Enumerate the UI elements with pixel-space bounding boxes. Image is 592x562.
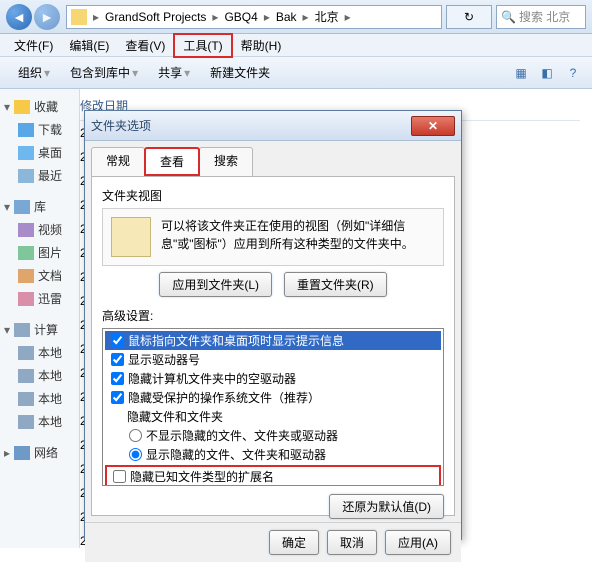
- checkbox[interactable]: [111, 391, 124, 404]
- toolbar: 组织▾ 包含到库中▾ 共享▾ 新建文件夹 ▦ ◧ ?: [0, 57, 592, 89]
- sidebar-network[interactable]: ▸网络: [4, 441, 75, 464]
- menu-bar: 文件(F) 编辑(E) 查看(V) 工具(T) 帮助(H): [0, 34, 592, 57]
- sidebar-downloads[interactable]: 下载: [4, 118, 75, 141]
- help-icon[interactable]: ?: [562, 62, 584, 84]
- tab-panel-view: 文件夹视图 可以将该文件夹正在使用的视图（例如"详细信息"或"图标"）应用到所有…: [91, 176, 455, 516]
- sidebar-favorites[interactable]: ▾收藏: [4, 95, 75, 118]
- checkbox[interactable]: [113, 470, 126, 483]
- checkbox[interactable]: [111, 334, 124, 347]
- adv-setting-item[interactable]: 隐藏文件和文件夹: [105, 407, 441, 426]
- folder-view-box: 可以将该文件夹正在使用的视图（例如"详细信息"或"图标"）应用到所有这种类型的文…: [102, 208, 444, 266]
- adv-setting-label: 隐藏文件和文件夹: [127, 408, 223, 425]
- preview-icon[interactable]: ◧: [536, 62, 558, 84]
- adv-setting-item[interactable]: 显示驱动器号: [105, 350, 441, 369]
- back-button[interactable]: ◄: [6, 4, 32, 30]
- sidebar-localdisk[interactable]: 本地: [4, 341, 75, 364]
- adv-setting-item[interactable]: 显示隐藏的文件、文件夹和驱动器: [105, 445, 441, 464]
- advanced-label: 高级设置:: [102, 307, 444, 324]
- tool-include[interactable]: 包含到库中▾: [60, 62, 148, 83]
- close-button[interactable]: ✕: [411, 116, 455, 136]
- dialog-tabs: 常规 查看 搜索: [85, 141, 461, 176]
- radio[interactable]: [129, 429, 142, 442]
- dialog-footer: 确定 取消 应用(A): [85, 522, 461, 562]
- adv-setting-label: 不显示隐藏的文件、文件夹或驱动器: [146, 427, 338, 444]
- path-seg[interactable]: Bak: [272, 10, 301, 24]
- sidebar-localdisk[interactable]: 本地: [4, 364, 75, 387]
- sidebar-pictures[interactable]: 图片: [4, 241, 75, 264]
- adv-setting-label: 隐藏受保护的操作系统文件（推荐）: [128, 389, 320, 406]
- sidebar-documents[interactable]: 文档: [4, 264, 75, 287]
- menu-edit[interactable]: 编辑(E): [61, 35, 117, 56]
- path-seg[interactable]: GrandSoft Projects: [101, 10, 210, 24]
- view-icon[interactable]: ▦: [510, 62, 532, 84]
- path-seg[interactable]: 北京: [311, 8, 343, 25]
- forward-button[interactable]: ►: [34, 4, 60, 30]
- menu-help[interactable]: 帮助(H): [233, 35, 290, 56]
- sidebar-music[interactable]: 迅雷: [4, 287, 75, 310]
- folder-view-label: 文件夹视图: [102, 187, 444, 204]
- sidebar-libraries[interactable]: ▾库: [4, 195, 75, 218]
- menu-tools[interactable]: 工具(T): [173, 33, 232, 58]
- adv-setting-item[interactable]: 隐藏受保护的操作系统文件（推荐）: [105, 388, 441, 407]
- search-placeholder: 搜索 北京: [519, 8, 570, 25]
- sidebar-recent[interactable]: 最近: [4, 164, 75, 187]
- adv-setting-label: 隐藏计算机文件夹中的空驱动器: [128, 370, 296, 387]
- search-input[interactable]: 🔍 搜索 北京: [496, 5, 586, 29]
- checkbox[interactable]: [111, 372, 124, 385]
- adv-setting-label: 隐藏已知文件类型的扩展名: [130, 468, 274, 485]
- tab-view[interactable]: 查看: [144, 147, 200, 176]
- dialog-title: 文件夹选项: [91, 117, 411, 134]
- sidebar: ▾收藏 下载 桌面 最近 ▾库 视频 图片 文档 迅雷 ▾计算 本地 本地 本地…: [0, 89, 80, 548]
- reset-folders-button[interactable]: 重置文件夹(R): [284, 272, 387, 297]
- folder-view-text: 可以将该文件夹正在使用的视图（例如"详细信息"或"图标"）应用到所有这种类型的文…: [161, 217, 435, 253]
- adv-setting-item[interactable]: 隐藏计算机文件夹中的空驱动器: [105, 369, 441, 388]
- refresh-button[interactable]: ↻: [446, 5, 492, 29]
- apply-button[interactable]: 应用(A): [385, 530, 451, 555]
- sidebar-videos[interactable]: 视频: [4, 218, 75, 241]
- radio[interactable]: [129, 448, 142, 461]
- sidebar-computer[interactable]: ▾计算: [4, 318, 75, 341]
- adv-setting-label: 显示隐藏的文件、文件夹和驱动器: [146, 446, 326, 463]
- path-seg[interactable]: GBQ4: [220, 10, 261, 24]
- sidebar-desktop[interactable]: 桌面: [4, 141, 75, 164]
- breadcrumb[interactable]: ▸ GrandSoft Projects▸ GBQ4▸ Bak▸ 北京▸: [66, 5, 442, 29]
- folder-view-icon: [111, 217, 151, 257]
- adv-setting-label: 鼠标指向文件夹和桌面项时显示提示信息: [128, 332, 344, 349]
- cancel-button[interactable]: 取消: [327, 530, 377, 555]
- apply-to-folders-button[interactable]: 应用到文件夹(L): [159, 272, 272, 297]
- tab-general[interactable]: 常规: [91, 147, 145, 176]
- tool-newfolder[interactable]: 新建文件夹: [200, 62, 280, 83]
- search-icon: 🔍: [501, 10, 516, 24]
- adv-setting-label: 显示驱动器号: [128, 351, 200, 368]
- restore-defaults-button[interactable]: 还原为默认值(D): [329, 494, 444, 519]
- folder-options-dialog: 文件夹选项 ✕ 常规 查看 搜索 文件夹视图 可以将该文件夹正在使用的视图（例如…: [84, 110, 462, 540]
- sidebar-localdisk[interactable]: 本地: [4, 410, 75, 433]
- adv-setting-item[interactable]: 不显示隐藏的文件、文件夹或驱动器: [105, 426, 441, 445]
- tool-share[interactable]: 共享▾: [148, 62, 200, 83]
- menu-file[interactable]: 文件(F): [6, 35, 61, 56]
- checkbox[interactable]: [111, 353, 124, 366]
- menu-view[interactable]: 查看(V): [117, 35, 173, 56]
- ok-button[interactable]: 确定: [269, 530, 319, 555]
- sidebar-localdisk[interactable]: 本地: [4, 387, 75, 410]
- adv-setting-item[interactable]: 鼠标指向文件夹和桌面项时显示提示信息: [105, 331, 441, 350]
- advanced-settings-list[interactable]: 鼠标指向文件夹和桌面项时显示提示信息显示驱动器号隐藏计算机文件夹中的空驱动器隐藏…: [102, 328, 444, 486]
- address-bar: ◄ ► ▸ GrandSoft Projects▸ GBQ4▸ Bak▸ 北京▸…: [0, 0, 592, 34]
- tab-search[interactable]: 搜索: [199, 147, 253, 176]
- dialog-titlebar[interactable]: 文件夹选项 ✕: [85, 111, 461, 141]
- adv-setting-item[interactable]: 隐藏已知文件类型的扩展名: [105, 465, 441, 486]
- tool-organize[interactable]: 组织▾: [8, 62, 60, 83]
- folder-icon: [71, 9, 87, 25]
